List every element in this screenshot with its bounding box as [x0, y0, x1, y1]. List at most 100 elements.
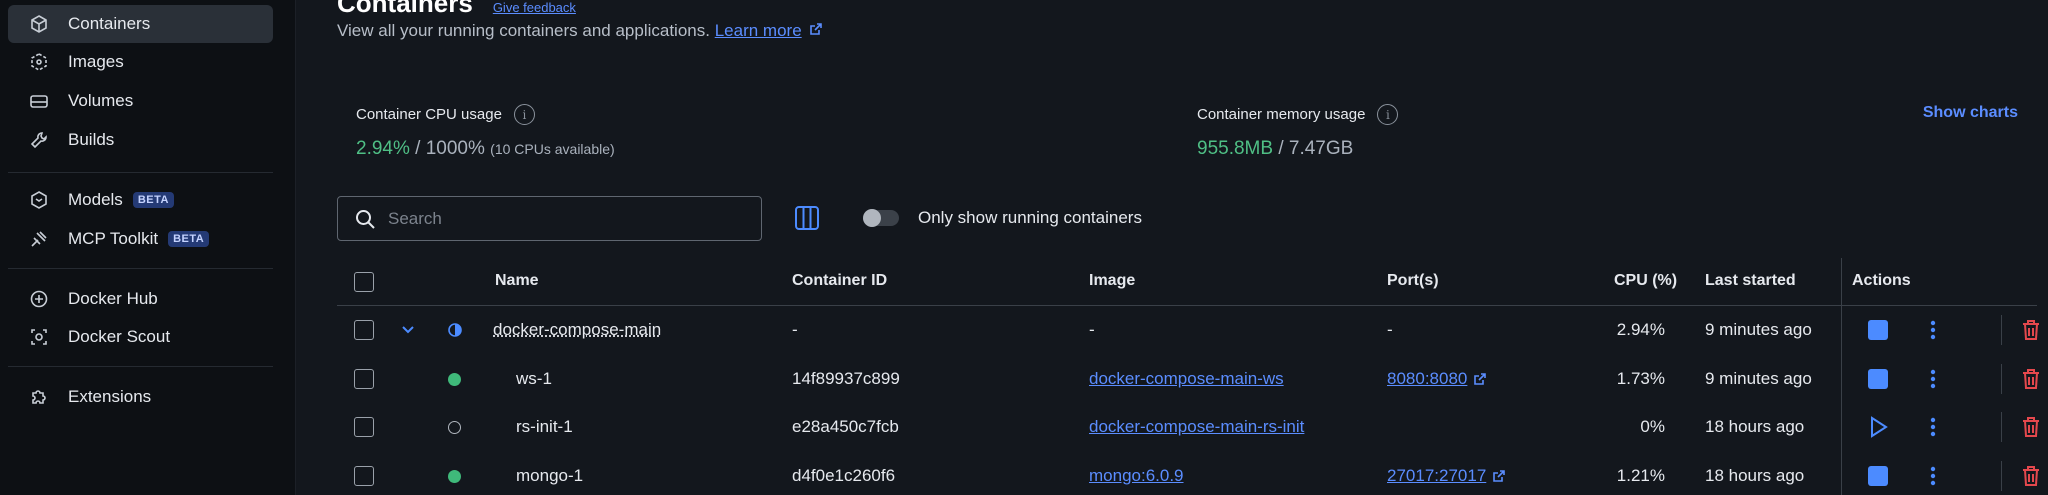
image-link[interactable]: docker-compose-main-ws [1089, 369, 1284, 389]
sidebar-item-extensions[interactable]: Extensions [8, 378, 273, 416]
row-checkbox[interactable] [354, 320, 374, 340]
beta-badge: BETA [168, 231, 210, 247]
trash-icon [2023, 369, 2039, 389]
cpu-used: 2.94% [356, 138, 410, 159]
stop-button[interactable] [1864, 316, 1892, 344]
more-options-button[interactable] [1919, 413, 1947, 441]
col-actions: Actions [1852, 272, 1911, 289]
col-ports[interactable]: Port(s) [1387, 272, 1439, 290]
sidebar-item-label: Models [68, 190, 123, 209]
running-status-icon [448, 470, 461, 483]
sidebar-item-label: Builds [68, 130, 115, 149]
kebab-icon [1930, 417, 1936, 437]
container-name[interactable]: mongo-1 [516, 466, 583, 486]
stop-icon [1868, 320, 1888, 340]
more-options-button[interactable] [1919, 462, 1947, 490]
show-charts-button[interactable]: Show charts [1923, 104, 2018, 122]
row-checkbox[interactable] [354, 466, 374, 486]
images-icon [28, 51, 50, 73]
kebab-icon [1930, 369, 1936, 389]
container-name[interactable]: rs-init-1 [516, 417, 573, 437]
cpu-usage-label: Container CPU usage i [356, 104, 535, 125]
partial-status-icon [448, 323, 462, 337]
delete-button[interactable] [2017, 462, 2045, 490]
ports: - [1387, 320, 1393, 339]
kebab-icon [1930, 320, 1936, 340]
port-link[interactable]: 8080:8080 [1387, 369, 1487, 389]
memory-usage-value: 955.8MB / 7.47GB [1197, 138, 1353, 160]
play-icon [1871, 416, 1888, 438]
columns-button[interactable] [793, 204, 821, 232]
trash-icon [2023, 417, 2039, 437]
col-container-id[interactable]: Container ID [792, 272, 887, 290]
port-link[interactable]: 27017:27017 [1387, 466, 1506, 486]
table-row[interactable]: mongo-1 d4f0e1c260f6 mongo:6.0.9 27017:2… [337, 452, 2039, 495]
sidebar-divider [8, 172, 273, 173]
main-content: Containers Give feedback View all your r… [296, 0, 2048, 495]
container-id: d4f0e1c260f6 [792, 466, 896, 485]
image-link[interactable]: mongo:6.0.9 [1089, 466, 1184, 486]
sidebar-divider [8, 366, 273, 367]
search-box [337, 196, 762, 241]
container-id: 14f89937c899 [792, 369, 900, 388]
action-divider [2001, 315, 2002, 345]
cpu-value: 1.73% [1616, 369, 1665, 388]
select-all-checkbox[interactable] [354, 272, 374, 292]
container-name[interactable]: docker-compose-main [493, 320, 661, 340]
col-cpu[interactable]: CPU (%) [1614, 272, 1677, 290]
more-options-button[interactable] [1919, 365, 1947, 393]
sidebar-item-docker-hub[interactable]: Docker Hub [8, 280, 273, 318]
container-id: e28a450c7fcb [792, 417, 899, 436]
stop-button[interactable] [1864, 365, 1892, 393]
col-image[interactable]: Image [1089, 272, 1135, 290]
external-link-icon [1493, 470, 1506, 482]
page-subtitle: View all your running containers and app… [337, 21, 823, 41]
row-checkbox[interactable] [354, 417, 374, 437]
delete-button[interactable] [2017, 413, 2045, 441]
container-name[interactable]: ws-1 [516, 369, 552, 389]
mem-used: 955.8MB [1197, 138, 1274, 159]
volume-icon [28, 90, 50, 112]
table-row[interactable]: ws-1 14f89937c899 docker-compose-main-ws… [337, 355, 2039, 403]
delete-button[interactable] [2017, 365, 2045, 393]
sidebar-item-images[interactable]: Images [8, 43, 273, 81]
start-button[interactable] [1864, 413, 1892, 441]
table-row[interactable]: rs-init-1 e28a450c7fcb docker-compose-ma… [337, 403, 2039, 451]
col-name[interactable]: Name [495, 272, 539, 290]
sidebar-item-docker-scout[interactable]: Docker Scout [8, 318, 273, 356]
stop-button[interactable] [1864, 462, 1892, 490]
trash-icon [2023, 466, 2039, 486]
sidebar-item-label: Docker Hub [68, 289, 158, 308]
info-icon[interactable]: i [513, 104, 535, 125]
running-only-toggle[interactable] [863, 209, 899, 227]
image-link[interactable]: docker-compose-main-rs-init [1089, 417, 1304, 437]
sidebar-item-volumes[interactable]: Volumes [8, 82, 273, 120]
cpu-total: / 1000% [415, 138, 485, 159]
sidebar-item-mcp-toolkit[interactable]: MCP Toolkit BETA [8, 220, 273, 258]
sidebar-item-builds[interactable]: Builds [8, 121, 273, 159]
delete-button[interactable] [2017, 316, 2045, 344]
learn-more-link[interactable]: Learn more [715, 21, 802, 40]
stop-icon [1868, 466, 1888, 486]
action-divider [2001, 412, 2002, 442]
cpu-label-text: Container CPU usage [356, 106, 502, 123]
search-input[interactable] [388, 208, 748, 229]
memory-usage-label: Container memory usage i [1197, 104, 1399, 125]
cpu-usage-value: 2.94% / 1000% (10 CPUs available) [356, 138, 615, 160]
wrench-icon [28, 129, 50, 151]
sidebar-item-models[interactable]: Models BETA [8, 181, 273, 219]
info-icon[interactable]: i [1377, 104, 1399, 125]
more-options-button[interactable] [1919, 316, 1947, 344]
stop-icon [1868, 369, 1888, 389]
mem-label-text: Container memory usage [1197, 106, 1366, 123]
running-status-icon [448, 373, 461, 386]
row-checkbox[interactable] [354, 369, 374, 389]
sidebar-item-containers[interactable]: Containers [8, 5, 273, 43]
cpu-value: 0% [1640, 417, 1665, 436]
last-started: 9 minutes ago [1705, 320, 1812, 339]
give-feedback-link[interactable]: Give feedback [493, 0, 576, 15]
table-row[interactable]: docker-compose-main - - - 2.94% 9 minute… [337, 306, 2039, 354]
chevron-down-icon[interactable] [400, 324, 416, 336]
col-last-started[interactable]: Last started [1705, 272, 1796, 290]
puzzle-icon [28, 386, 50, 408]
